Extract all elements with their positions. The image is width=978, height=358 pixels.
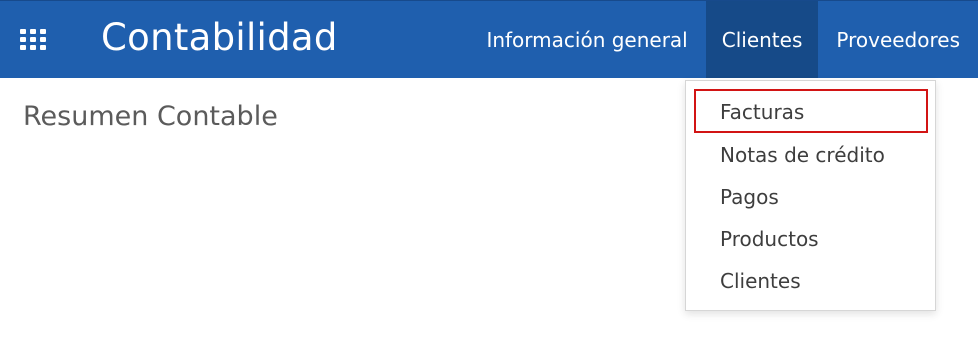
dropdown-item-facturas[interactable]: Facturas bbox=[720, 99, 804, 125]
menu-clientes[interactable]: Clientes bbox=[705, 1, 819, 78]
top-navbar: Contabilidad Información general Cliente… bbox=[0, 0, 978, 78]
menu-informacion-general[interactable]: Información general bbox=[486, 1, 705, 78]
main-menu: Información general Clientes Proveedores bbox=[486, 1, 978, 78]
app-title: Contabilidad bbox=[101, 16, 338, 59]
clientes-dropdown-menu: Facturas Notas de crédito Pagos Producto… bbox=[685, 80, 936, 311]
page-title: Resumen Contable bbox=[23, 101, 278, 132]
menu-proveedores[interactable]: Proveedores bbox=[818, 1, 978, 78]
dropdown-item-notas-de-credito[interactable]: Notas de crédito bbox=[720, 142, 885, 168]
dropdown-item-pagos[interactable]: Pagos bbox=[720, 184, 779, 210]
dropdown-item-clientes[interactable]: Clientes bbox=[720, 268, 801, 294]
dropdown-item-productos[interactable]: Productos bbox=[720, 226, 819, 252]
grid-apps-icon[interactable] bbox=[20, 29, 50, 51]
